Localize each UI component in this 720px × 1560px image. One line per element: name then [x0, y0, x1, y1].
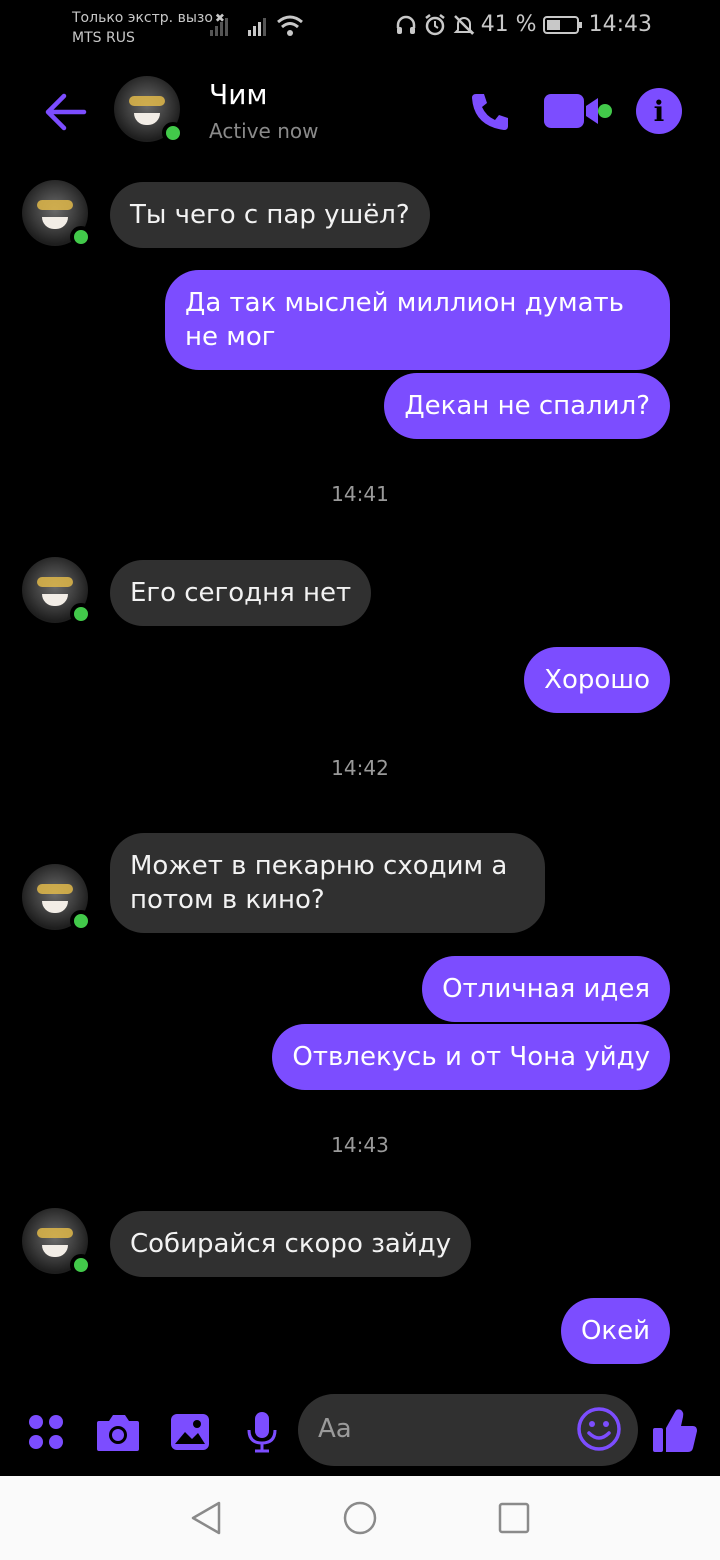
info-icon[interactable]: i: [636, 88, 682, 134]
nav-home-icon: [343, 1501, 377, 1535]
battery-icon: [542, 15, 582, 34]
nav-recents-icon: [498, 1502, 530, 1534]
nav-back-button[interactable]: [186, 1498, 226, 1538]
microphone-icon: [247, 1412, 277, 1453]
carrier-line1: Только экстр. вызо: [72, 10, 213, 26]
sender-avatar[interactable]: [22, 864, 92, 932]
contact-name[interactable]: Чим: [209, 78, 268, 111]
online-indicator: [70, 226, 92, 248]
nav-home-button[interactable]: [340, 1498, 380, 1538]
apps-button[interactable]: [22, 1408, 70, 1456]
sender-avatar[interactable]: [22, 557, 92, 625]
online-indicator: [70, 910, 92, 932]
outgoing-message[interactable]: Декан не спалил?: [384, 373, 670, 439]
outgoing-message[interactable]: Окей: [560, 1298, 670, 1364]
incoming-message[interactable]: Его сегодня нет: [110, 560, 372, 626]
video-camera-icon[interactable]: [542, 90, 618, 134]
clock: 14:43: [588, 12, 652, 37]
message-timestamp: 14:42: [331, 756, 389, 780]
wifi-icon: [277, 15, 303, 36]
headphones-icon: [396, 15, 415, 34]
signal-icon: [210, 18, 228, 36]
message-input[interactable]: Aa: [298, 1394, 638, 1466]
outgoing-message[interactable]: Хорошо: [524, 647, 670, 713]
like-button[interactable]: [650, 1404, 700, 1458]
back-arrow-icon: [45, 93, 87, 131]
nav-back-icon: [191, 1501, 221, 1535]
incoming-message[interactable]: Может в пекарню сходим а потом в кино?: [110, 833, 545, 933]
sender-avatar[interactable]: [22, 180, 92, 248]
carrier-info: Только экстр. вызо ✖ MTS RUS: [72, 8, 225, 48]
alarm-icon: [424, 13, 445, 35]
status-bar: Только экстр. вызо ✖ MTS RUS 41 % 14:43: [0, 0, 720, 56]
message-input-placeholder: Aa: [318, 1414, 352, 1444]
composer-bar: Aa: [0, 1392, 720, 1472]
message-timestamp: 14:41: [331, 482, 389, 506]
chat-header: Чим Active now i: [0, 64, 720, 160]
message-timestamp: 14:43: [331, 1133, 389, 1157]
online-indicator: [70, 603, 92, 625]
gallery-button[interactable]: [166, 1408, 214, 1456]
status-right: 41 % 14:43: [395, 12, 652, 37]
phone-icon[interactable]: [466, 88, 514, 136]
outgoing-message[interactable]: Отвлекусь и от Чона уйду: [272, 1024, 670, 1090]
incoming-message[interactable]: Ты чего с пар ушёл?: [110, 182, 430, 248]
thumbs-up-icon: [653, 1409, 697, 1452]
carrier-line2: MTS RUS: [72, 30, 135, 46]
signal-icon: [248, 18, 266, 36]
nav-recents-button[interactable]: [494, 1498, 534, 1538]
apps-icon: [29, 1415, 63, 1449]
outgoing-message[interactable]: Да так мыслей миллион думать не мог: [165, 270, 670, 370]
mute-icon: [453, 14, 475, 35]
microphone-button[interactable]: [238, 1408, 286, 1456]
incoming-message[interactable]: Собирайся скоро зайду: [110, 1211, 472, 1277]
online-indicator: [162, 122, 184, 144]
emoji-icon[interactable]: [576, 1406, 622, 1452]
contact-status: Active now: [209, 119, 319, 143]
contact-avatar[interactable]: [114, 76, 184, 144]
sender-avatar[interactable]: [22, 1208, 92, 1276]
back-button[interactable]: [40, 88, 92, 136]
battery-percent: 41 %: [480, 12, 537, 37]
camera-icon: [97, 1415, 139, 1451]
camera-button[interactable]: [94, 1408, 142, 1456]
online-indicator: [70, 1254, 92, 1276]
system-nav-bar: [0, 1476, 720, 1560]
outgoing-message[interactable]: Отличная идея: [422, 956, 670, 1022]
gallery-icon: [171, 1414, 209, 1450]
